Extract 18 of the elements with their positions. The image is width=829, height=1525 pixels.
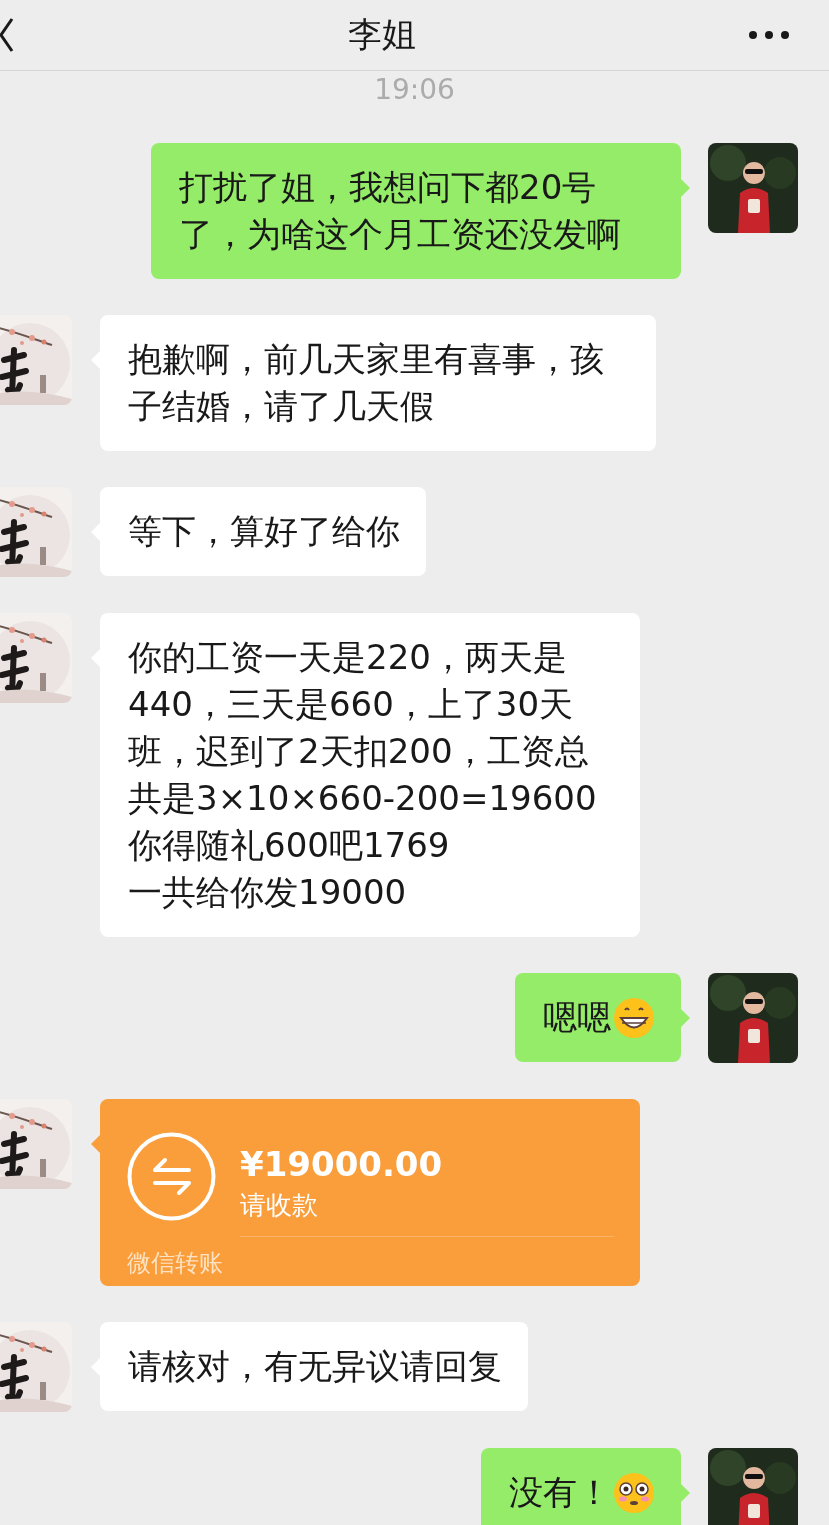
message-text: 没有！ — [509, 1471, 611, 1514]
grinning-face-icon — [613, 996, 655, 1039]
message-bubble: 请核对，有无异议请回复 — [100, 1322, 528, 1411]
transfer-label: 微信转账 — [127, 1248, 223, 1279]
more-icon[interactable] — [749, 31, 789, 39]
message-time: 19:06 — [374, 73, 455, 106]
transfer-note: 请收款 — [240, 1189, 319, 1222]
transfer-card[interactable]: ¥19000.00 请收款 微信转账 — [100, 1099, 640, 1286]
chat-title: 李姐 — [347, 13, 416, 56]
message-text: 嗯嗯 — [543, 996, 611, 1039]
flushed-face-icon — [613, 1471, 655, 1514]
transfer-amount: ¥19000.00 — [240, 1144, 443, 1184]
message-bubble: 等下，算好了给你 — [100, 487, 426, 576]
back-icon[interactable] — [0, 17, 14, 53]
message-bubble: 打扰了姐，我想问下都20号了，为啥这个月工资还没发啊 — [151, 143, 681, 279]
transfer-icon — [127, 1132, 216, 1221]
message-bubble: 你的工资一天是220，两天是440，三天是660，上了30天班，迟到了2天扣200，工资总共是3×10×660-200=19600 你得随礼600吧1769 一共给你发19000 — [100, 613, 640, 937]
message-bubble: 抱歉啊，前几天家里有喜事，孩子结婚，请了几天假 — [100, 315, 656, 451]
